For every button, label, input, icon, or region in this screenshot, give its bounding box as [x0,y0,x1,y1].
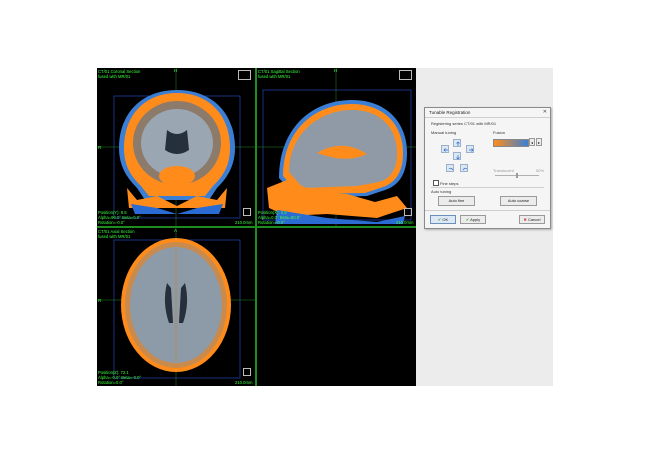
apply-label: Apply [470,217,481,222]
axial-scale: 210.0mm [235,380,253,385]
cancel-x-icon: ✖ [523,217,527,222]
fusion-up-button[interactable]: ▸ [536,138,542,146]
auto-tuning-label: Auto tuning [431,189,452,194]
coronal-rotation: Rotation=-0.0° [98,220,125,225]
coronal-subtitle: fused with MR/01 [98,74,131,79]
close-icon[interactable]: ✕ [543,109,547,115]
fine-steps-label: Fine steps [440,181,459,186]
sagittal-viewport[interactable]: CT/01 Sagittal Section fused with MR/01 … [257,68,416,226]
auto-fine-label: Auto fine [448,198,465,203]
auto-coarse-label: Auto coarse [507,198,530,203]
dialog-subtitle: Registering series CT/01 with MR/01 [431,121,497,126]
check-icon: ✔ [437,217,442,222]
maximize-icon[interactable] [243,368,251,376]
axial-image [97,228,255,386]
axial-subtitle: fused with MR/01 [98,234,131,239]
image-viewer: CT/01 Coronal Section fused with MR/01 H… [97,68,416,386]
viewport-divider-horizontal [97,226,416,228]
tilt-right-button[interactable] [460,164,468,172]
axial-viewport[interactable]: CT/01 Axial Section fused with MR/01 A R… [97,228,255,386]
axial-orient-left: R [98,298,102,303]
title-separator [425,117,550,118]
ok-button[interactable]: ✔ OK [430,215,456,224]
coronal-scale: 210.0mm [235,220,253,225]
manual-tuning-label: Manual tuning [431,130,457,135]
3d-cube-icon[interactable] [399,70,412,80]
sagittal-subtitle: fused with MR/01 [258,74,291,79]
maximize-icon[interactable] [243,208,251,216]
translucent-label: Translucent [493,168,514,173]
sagittal-scale: 210.0mm [396,220,414,225]
group-separator [431,187,544,188]
coronal-orient-top: H [174,68,178,73]
sagittal-rotation: Rotation=-0.0° [258,220,285,225]
coronal-image [97,68,255,226]
auto-coarse-button[interactable]: Auto coarse [500,196,537,206]
rotate-right-button[interactable] [466,145,474,153]
sagittal-orient-top: H [334,68,338,73]
tunable-registration-dialog: Tunable Registration ✕ Registering serie… [424,107,551,229]
cancel-label: Cancel [528,217,541,222]
fusion-label: Fusion [493,130,506,135]
translucent-slider-thumb[interactable] [516,173,518,178]
fusion-down-button[interactable]: ◂ [529,138,535,146]
translucent-value: 50% [536,168,545,173]
apply-check-icon: ✔ [465,217,470,222]
fine-steps-checkbox[interactable] [433,180,439,186]
axial-rotation: Rotation=0.0° [98,380,124,385]
move-up-button[interactable] [453,139,461,147]
sagittal-image [257,68,416,226]
axial-orient-top: A [174,228,178,233]
footer-separator [425,210,550,211]
apply-button[interactable]: ✔ Apply [460,215,486,224]
dialog-title: Tunable Registration [429,110,471,115]
move-down-button[interactable] [453,152,461,160]
3d-cube-icon[interactable] [238,70,251,80]
maximize-icon[interactable] [404,208,412,216]
coronal-orient-left: R [98,145,102,150]
empty-viewport[interactable] [257,228,416,386]
tilt-left-button[interactable] [446,164,454,172]
rotate-left-button[interactable] [441,145,449,153]
cancel-button[interactable]: ✖ Cancel [519,215,545,224]
coronal-viewport[interactable]: CT/01 Coronal Section fused with MR/01 H… [97,68,255,226]
fusion-colorbar[interactable] [493,139,529,147]
auto-fine-button[interactable]: Auto fine [438,196,475,206]
ok-label: OK [442,217,449,222]
